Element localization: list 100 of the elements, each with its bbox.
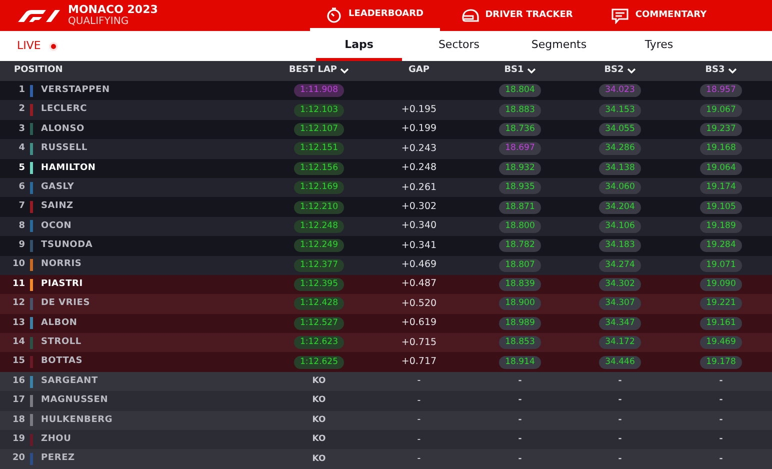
driver-name: STROLL xyxy=(40,337,82,348)
gap-value: - xyxy=(417,452,421,464)
time-chip: 34.274 xyxy=(599,258,641,272)
time-chip: 19.064 xyxy=(700,162,742,175)
live-label: LIVE xyxy=(17,38,41,54)
time-chip: 18.800 xyxy=(499,220,541,233)
driver-name: ZHOU xyxy=(40,434,72,444)
gap-value: +0.520 xyxy=(401,298,437,309)
driver-name: MAGNUSSEN xyxy=(40,395,108,406)
time-chip: 1:12.248 xyxy=(294,220,344,233)
time-chip: 19.105 xyxy=(700,200,742,214)
time-chip: 1:12.249 xyxy=(294,239,344,252)
helmet-icon xyxy=(461,8,480,24)
driver-name: SAINZ xyxy=(40,201,74,212)
gap-value: +0.302 xyxy=(401,200,437,212)
position-number: 1 xyxy=(18,84,26,97)
chevron-down-icon xyxy=(526,68,536,74)
time-chip: 19.090 xyxy=(700,278,742,292)
chevron-down-icon xyxy=(340,68,350,74)
gap-value: +0.261 xyxy=(401,182,437,193)
time-chip: 1:12.625 xyxy=(294,356,344,369)
time-chip: 18.871 xyxy=(499,200,541,214)
column-header[interactable]: BEST LAP xyxy=(288,64,350,78)
gap-value: +0.717 xyxy=(401,356,437,368)
stopwatch-icon xyxy=(326,7,342,23)
time-chip: 19.067 xyxy=(700,104,742,117)
time-chip: 1:12.210 xyxy=(294,200,344,214)
column-header[interactable]: BS1 xyxy=(504,64,536,78)
position-number: 15 xyxy=(11,355,26,368)
driver-name: NORRIS xyxy=(40,259,82,270)
time-chip: 34.060 xyxy=(599,181,641,194)
time-chip: 34.106 xyxy=(599,220,641,233)
live-indicator-icon xyxy=(48,42,58,50)
time-chip: 18.807 xyxy=(499,258,541,272)
time-chip: 19.221 xyxy=(700,297,742,310)
driver-name: OCON xyxy=(40,220,72,231)
time-text: KO xyxy=(311,394,327,408)
gap-value: +0.248 xyxy=(401,162,437,174)
time-chip: 1:12.377 xyxy=(294,258,344,272)
driver-name: HAMILTON xyxy=(40,162,96,172)
gap-value: - xyxy=(417,394,421,406)
gap-value: - xyxy=(417,375,421,386)
nav-tab[interactable]: DRIVER TRACKER xyxy=(452,0,582,31)
time-chip: 1:12.527 xyxy=(294,316,344,330)
gap-value: +0.469 xyxy=(401,259,437,270)
time-chip: 1:12.107 xyxy=(294,122,344,136)
time-chip: 1:11.908 xyxy=(294,84,344,98)
driver-name: GASLY xyxy=(40,182,74,192)
driver-name: BOTTAS xyxy=(40,356,83,366)
gap-value: +0.619 xyxy=(401,317,437,328)
time-text: - xyxy=(517,433,523,446)
column-header: POSITION xyxy=(14,64,63,78)
nav-tab[interactable]: COMMENTARY xyxy=(594,0,724,31)
time-text: - xyxy=(617,394,623,408)
time-chip: 1:12.623 xyxy=(294,336,344,350)
chevron-down-icon xyxy=(728,68,737,74)
driver-name: ALBON xyxy=(40,318,78,328)
time-text: - xyxy=(617,452,623,466)
column-header[interactable]: BS3 xyxy=(705,64,737,78)
gap-value: +0.195 xyxy=(401,104,437,115)
gap-value: +0.341 xyxy=(401,240,437,251)
time-chip: 18.932 xyxy=(499,162,541,175)
view-tab[interactable]: Segments xyxy=(516,31,602,61)
driver-name: RUSSELL xyxy=(40,143,88,154)
view-tab[interactable]: Tyres xyxy=(616,31,702,61)
time-chip: 34.204 xyxy=(599,200,641,214)
time-text: - xyxy=(617,375,623,388)
time-chip: 18.989 xyxy=(499,316,541,330)
time-chip: 34.347 xyxy=(599,316,641,330)
column-header: GAP xyxy=(408,64,430,78)
time-text: - xyxy=(718,433,724,446)
gap-value: - xyxy=(417,414,421,426)
chevron-down-icon xyxy=(626,68,636,74)
position-number: 4 xyxy=(18,142,26,156)
gap-value: +0.340 xyxy=(401,220,437,232)
time-chip: 34.286 xyxy=(599,142,641,156)
time-text: KO xyxy=(311,375,327,388)
position-number: 14 xyxy=(11,336,26,350)
position-number: 18 xyxy=(11,414,26,427)
driver-name: DE VRIES xyxy=(40,298,90,308)
time-text: - xyxy=(617,414,623,427)
gap-value: +0.715 xyxy=(401,336,437,348)
gap-value: +0.487 xyxy=(401,278,437,290)
column-header[interactable]: BS2 xyxy=(604,64,636,78)
position-number: 11 xyxy=(11,278,26,291)
position-number: 12 xyxy=(11,297,26,310)
position-number: 6 xyxy=(18,180,26,194)
position-number: 13 xyxy=(11,316,26,330)
time-chip: 19.469 xyxy=(700,336,742,350)
time-chip: 18.697 xyxy=(499,142,541,156)
time-chip: 34.302 xyxy=(599,278,641,292)
time-chip: 34.055 xyxy=(599,122,641,136)
time-text: - xyxy=(718,375,724,388)
driver-name: PIASTRI xyxy=(40,278,83,289)
time-text: - xyxy=(718,452,724,466)
view-tab[interactable]: Sectors xyxy=(416,31,502,61)
session-name: QUALIFYING xyxy=(68,16,130,28)
time-chip: 1:12.103 xyxy=(294,104,344,117)
logo-icon xyxy=(16,8,62,22)
time-chip: 34.138 xyxy=(599,162,641,175)
